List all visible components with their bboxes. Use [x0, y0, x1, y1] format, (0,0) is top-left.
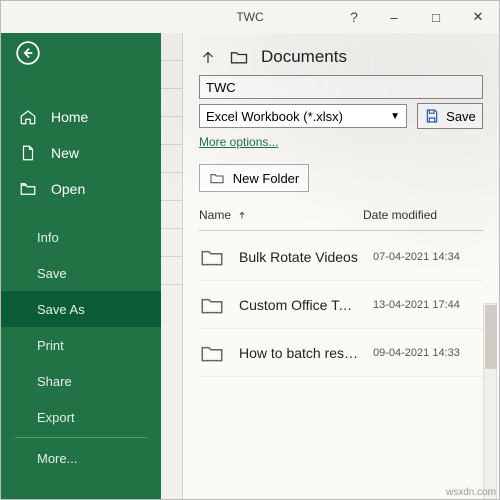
- sidebar-item-print[interactable]: Print: [1, 327, 161, 363]
- location-row[interactable]: Documents: [199, 47, 483, 67]
- folder-icon: [199, 244, 225, 270]
- file-row[interactable]: How to batch res… 09-04-2021 14:33: [199, 329, 483, 377]
- sidebar-item-save-as[interactable]: Save As: [1, 291, 161, 327]
- file-row[interactable]: Custom Office Te… 13-04-2021 17:44: [199, 281, 483, 329]
- sidebar: Home New Open Info Save Save As Print Sh…: [1, 33, 161, 499]
- file-list-header: Name Date modified: [199, 208, 483, 231]
- folder-icon: [229, 47, 249, 67]
- file-row[interactable]: Bulk Rotate Videos 07-04-2021 14:34: [199, 233, 483, 281]
- sidebar-item-more[interactable]: More...: [1, 440, 161, 476]
- filetype-select[interactable]: Excel Workbook (*.xlsx) ▼: [199, 104, 407, 128]
- save-icon: [424, 108, 440, 124]
- file-name: Custom Office Te…: [239, 297, 359, 313]
- filetype-value: Excel Workbook (*.xlsx): [206, 109, 343, 124]
- sidebar-item-label: Home: [51, 109, 88, 125]
- watermark: wsxdn.com: [446, 487, 496, 498]
- sidebar-item-share[interactable]: Share: [1, 363, 161, 399]
- folder-icon: [199, 292, 225, 318]
- maximize-button[interactable]: □: [415, 1, 457, 33]
- window-title: TWC: [236, 10, 263, 24]
- filename-input[interactable]: [199, 75, 483, 99]
- sidebar-item-info[interactable]: Info: [1, 219, 161, 255]
- file-date: 09-04-2021 14:33: [373, 347, 483, 359]
- sidebar-item-export[interactable]: Export: [1, 399, 161, 435]
- titlebar: TWC ? – □ ✕: [1, 1, 499, 33]
- save-as-pane: Documents Excel Workbook (*.xlsx) ▼ Save…: [161, 33, 499, 499]
- scroll-thumb[interactable]: [485, 305, 497, 369]
- help-icon[interactable]: ?: [335, 1, 373, 33]
- sheet-gutter: [161, 33, 183, 499]
- file-name: How to batch res…: [239, 345, 359, 361]
- folder-plus-icon: [209, 170, 225, 186]
- scrollbar[interactable]: [483, 303, 497, 499]
- column-date[interactable]: Date modified: [363, 208, 483, 222]
- file-date: 13-04-2021 17:44: [373, 299, 483, 311]
- sort-asc-icon: [237, 210, 247, 220]
- sidebar-item-open[interactable]: Open: [1, 171, 161, 207]
- save-button[interactable]: Save: [417, 103, 483, 129]
- sidebar-item-save[interactable]: Save: [1, 255, 161, 291]
- sidebar-item-new[interactable]: New: [1, 135, 161, 171]
- sidebar-item-home[interactable]: Home: [1, 99, 161, 135]
- file-name: Bulk Rotate Videos: [239, 249, 359, 265]
- location-label: Documents: [261, 47, 347, 67]
- close-button[interactable]: ✕: [457, 1, 499, 33]
- sidebar-item-label: Open: [51, 181, 85, 197]
- column-name[interactable]: Name: [199, 208, 363, 222]
- up-arrow-icon[interactable]: [199, 48, 217, 66]
- chevron-down-icon: ▼: [390, 111, 400, 122]
- sidebar-divider: [15, 437, 147, 438]
- new-folder-button[interactable]: New Folder: [199, 164, 309, 192]
- more-options-link[interactable]: More options...: [199, 135, 278, 149]
- folder-icon: [199, 340, 225, 366]
- minimize-button[interactable]: –: [373, 1, 415, 33]
- file-date: 07-04-2021 14:34: [373, 251, 483, 263]
- sidebar-item-label: New: [51, 145, 79, 161]
- back-button[interactable]: [1, 33, 161, 73]
